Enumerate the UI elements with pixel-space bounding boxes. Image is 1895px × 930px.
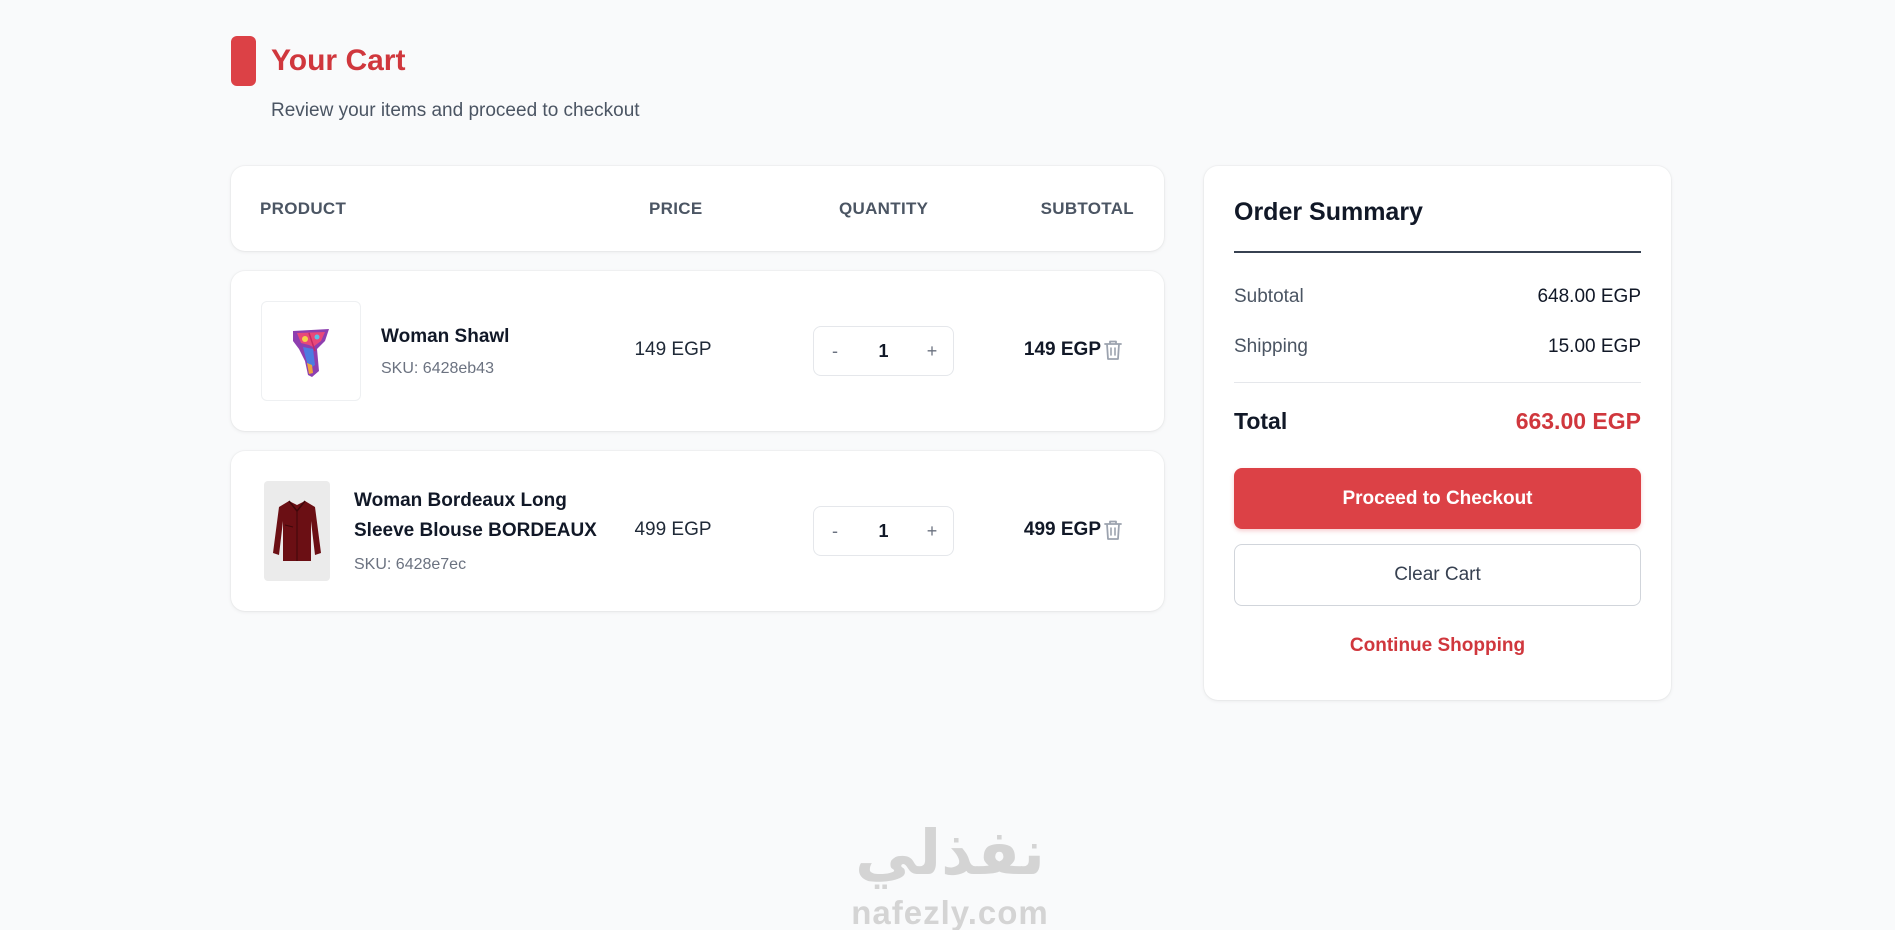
item-subtotal: 499 EGP — [1023, 519, 1101, 540]
logo-arabic-text: نفذلي — [855, 816, 1045, 889]
logo-latin-text: nafezly.com — [851, 894, 1049, 930]
increment-quantity-button[interactable]: + — [912, 327, 952, 375]
cart-page: Your Cart Review your items and proceed … — [0, 0, 1895, 930]
summary-divider — [1234, 251, 1641, 253]
summary-subtotal-label: Subtotal — [1234, 286, 1304, 307]
blouse-image — [273, 500, 321, 561]
summary-shipping-value: 15.00 EGP — [1548, 336, 1641, 357]
increment-quantity-button[interactable]: + — [912, 507, 952, 555]
remove-item-button[interactable] — [1101, 337, 1125, 363]
proceed-to-checkout-button[interactable]: Proceed to Checkout — [1234, 468, 1641, 529]
remove-item-button[interactable] — [1101, 517, 1125, 543]
product-image-shawl[interactable] — [261, 301, 361, 401]
summary-shipping-label: Shipping — [1234, 336, 1308, 357]
column-header-product: PRODUCT — [260, 199, 347, 218]
product-name[interactable]: Woman Shawl — [381, 322, 509, 352]
item-subtotal: 149 EGP — [1023, 339, 1101, 360]
quantity-value[interactable]: 1 — [854, 507, 913, 555]
page-subtitle: Review your items and proceed to checkou… — [271, 100, 640, 121]
summary-subtotal-value: 648.00 EGP — [1537, 286, 1641, 307]
page-title: Your Cart — [271, 44, 406, 77]
quantity-stepper: - 1 + — [813, 326, 954, 376]
order-summary-title: Order Summary — [1234, 198, 1423, 226]
product-sku: SKU: 6428eb43 — [381, 360, 494, 377]
summary-divider-light — [1234, 382, 1641, 383]
product-sku: SKU: 6428e7ec — [354, 556, 467, 573]
column-header-subtotal: SUBTOTAL — [1040, 199, 1134, 218]
product-name[interactable]: Woman Bordeaux Long Sleeve Blouse BORDEA… — [354, 486, 614, 546]
decrement-quantity-button[interactable]: - — [815, 507, 855, 555]
trash-icon — [1104, 520, 1122, 540]
order-summary-panel: Order Summary Subtotal 648.00 EGP Shippi… — [1204, 166, 1671, 700]
clear-cart-button[interactable]: Clear Cart — [1234, 544, 1641, 606]
summary-total-label: Total — [1234, 408, 1288, 434]
quantity-value[interactable]: 1 — [854, 327, 913, 375]
quantity-stepper: - 1 + — [813, 506, 954, 556]
cart-item-row: Woman Bordeaux Long Sleeve Blouse BORDEA… — [231, 451, 1164, 611]
nafezly-arabic-logo: نفذلي — [855, 816, 1045, 889]
product-image-blouse[interactable] — [264, 481, 330, 581]
title-accent-bar — [231, 36, 256, 86]
cart-item-row: Woman Shawl SKU: 6428eb43 149 EGP - 1 + … — [231, 271, 1164, 431]
shawl-image — [293, 329, 329, 377]
footer-logo: نفذلي nafezly.com — [830, 812, 1070, 930]
column-header-price-label: PRICE — [649, 199, 703, 218]
product-price: 149 EGP — [634, 339, 712, 360]
summary-total-value: 663.00 EGP — [1515, 408, 1641, 434]
decrement-quantity-button[interactable]: - — [815, 327, 855, 375]
column-header-quantity: QUANTITY — [839, 199, 929, 218]
trash-icon — [1104, 340, 1122, 360]
continue-shopping-link[interactable]: Continue Shopping — [1234, 635, 1641, 657]
cart-table-header: PRODUCT PRICE QUANTITY SUBTOTAL — [231, 166, 1164, 251]
product-price: 499 EGP — [634, 519, 712, 540]
